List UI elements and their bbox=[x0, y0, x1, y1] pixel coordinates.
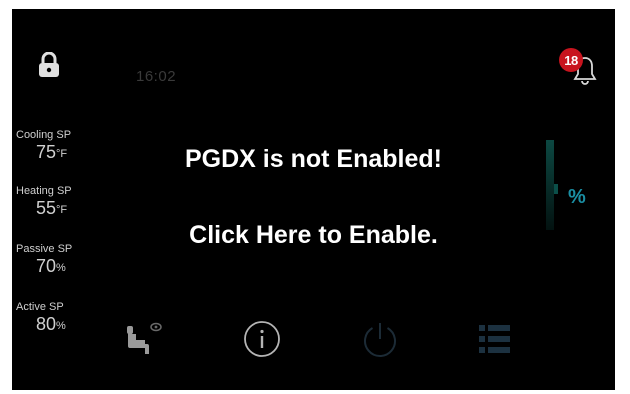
enable-pgdx-link[interactable]: Click Here to Enable. bbox=[12, 221, 615, 250]
level-unit: % bbox=[568, 186, 586, 208]
info-icon[interactable] bbox=[242, 319, 282, 359]
lock-icon[interactable] bbox=[38, 51, 60, 78]
setpoint-label: Heating SP bbox=[16, 185, 72, 197]
seat-icon[interactable] bbox=[123, 320, 165, 358]
notification-button[interactable]: 18 bbox=[559, 47, 599, 89]
level-gauge-marker bbox=[554, 184, 558, 194]
power-icon[interactable] bbox=[360, 319, 400, 359]
setpoint-value: 55°F bbox=[36, 198, 68, 218]
setpoint-label: Cooling SP bbox=[16, 129, 72, 141]
setpoint-heating[interactable]: Heating SP 55°F bbox=[16, 185, 106, 218]
setpoint-value: 70% bbox=[36, 256, 66, 276]
notification-badge: 18 bbox=[559, 48, 583, 72]
setpoint-value: 80% bbox=[36, 314, 66, 334]
setpoint-active[interactable]: Active SP 80% bbox=[16, 301, 106, 334]
device-screen: 16:02 18 Cooling SP 75°F Heating SP 55°F… bbox=[12, 9, 615, 390]
pgdx-disabled-message[interactable]: PGDX is not Enabled! bbox=[12, 145, 615, 174]
menu-icon[interactable] bbox=[476, 321, 514, 357]
clock: 16:02 bbox=[136, 68, 177, 85]
setpoint-label: Active SP bbox=[16, 301, 64, 313]
